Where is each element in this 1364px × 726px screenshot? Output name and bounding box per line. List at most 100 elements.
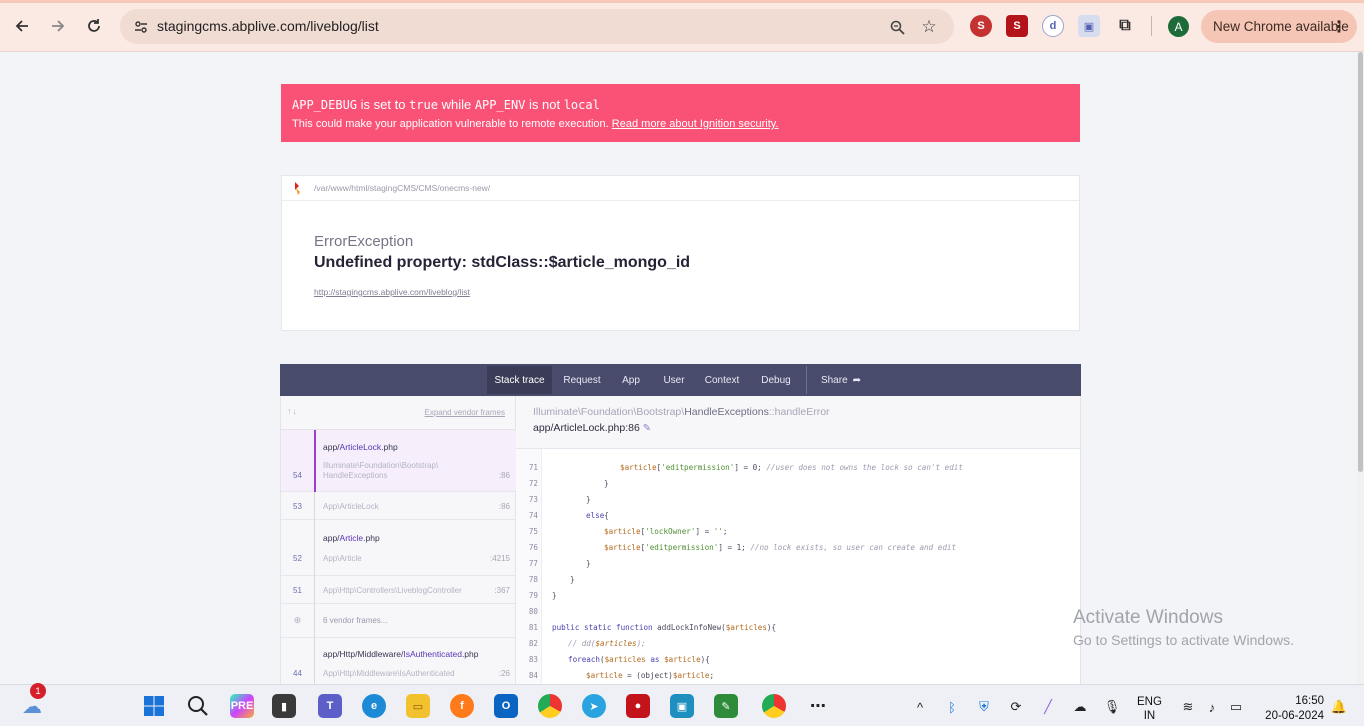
tab-strip — [0, 0, 1364, 3]
tab-share[interactable]: Share ➦ — [816, 364, 866, 396]
warning-text: while — [437, 97, 475, 112]
frame-bar — [314, 430, 316, 492]
defender-icon[interactable]: ⛨ — [975, 698, 993, 716]
sync-icon[interactable]: ⟳ — [1007, 698, 1025, 716]
line-source: else{ — [586, 511, 609, 520]
task-view-icon[interactable]: ▮ — [272, 694, 296, 718]
file-ext: .php — [461, 649, 479, 659]
code-class: Illuminate\Foundation\Bootstrap\HandleEx… — [533, 406, 830, 418]
tab-app[interactable]: App — [614, 364, 648, 396]
wifi-icon[interactable]: ≋ — [1179, 698, 1197, 716]
local-code: local — [563, 98, 600, 112]
zoom-icon[interactable] — [886, 16, 908, 38]
frame-item[interactable]: app/Article.php 52 App\Article :4215 — [281, 520, 516, 576]
frame-item[interactable]: app/Http/Middleware/IsAuthenticated.php … — [281, 638, 516, 684]
line-source: } — [604, 479, 609, 488]
project-path: /var/www/html/stagingCMS/CMS/onecms-new/ — [314, 183, 491, 193]
clock[interactable]: 16:50 20-06-2024 — [1262, 694, 1324, 724]
code-line: 73} — [516, 491, 1080, 507]
frame-item[interactable]: app/ArticleLock.php 54 Illuminate\Founda… — [281, 430, 516, 492]
code-viewer: Illuminate\Foundation\Bootstrap\HandleEx… — [516, 396, 1080, 684]
reload-icon[interactable] — [80, 12, 108, 40]
edge-icon[interactable]: e — [362, 694, 386, 718]
code-line: 71 $article['editpermission'] = 0; //user… — [516, 459, 1080, 475]
extension-icon-4[interactable]: ▣ — [1078, 15, 1100, 37]
frame-line: :26 — [498, 669, 510, 678]
bluetooth-icon[interactable]: ᛒ — [943, 698, 961, 716]
frame-nav-arrows-icon[interactable]: ↑↓ — [287, 406, 298, 416]
teams-icon[interactable]: T — [318, 694, 342, 718]
bookmark-star-icon[interactable]: ☆ — [918, 16, 940, 38]
notification-bell-icon[interactable]: 🔔 — [1330, 698, 1348, 716]
site-info-icon[interactable] — [130, 16, 152, 38]
new-chrome-available-button[interactable]: New Chrome available ⋮ — [1201, 10, 1357, 43]
edit-pencil-icon[interactable]: ✎ — [643, 423, 651, 434]
line-number: 75 — [528, 527, 538, 536]
file-prefix: app/ — [323, 533, 340, 543]
chrome-profile-icon[interactable] — [762, 694, 786, 718]
frame-bar — [314, 520, 315, 576]
language-indicator[interactable]: ENG IN — [1137, 695, 1162, 723]
code-location: app/ArticleLock.php:86 ✎ — [533, 422, 651, 434]
forward-icon[interactable] — [44, 12, 72, 40]
app-icon-chart[interactable]: ✎ — [714, 694, 738, 718]
file-name: IsAuthenticated — [403, 649, 462, 659]
microphone-icon[interactable]: 🎙 — [1103, 698, 1121, 716]
line-source: foreach($articles as $article){ — [568, 655, 710, 664]
location-text: app/ArticleLock.php:86 — [533, 422, 640, 434]
battery-icon[interactable]: ▭ — [1227, 698, 1245, 716]
tab-debug[interactable]: Debug — [754, 364, 798, 396]
frame-number: 52 — [293, 554, 302, 563]
search-icon[interactable] — [186, 694, 210, 718]
vendor-frames-item[interactable]: ⊕ 6 vendor frames... — [281, 604, 516, 638]
menu-dots-icon[interactable]: ⋮ — [1331, 17, 1347, 37]
tab-user[interactable]: User — [657, 364, 691, 396]
address-bar[interactable]: stagingcms.abplive.com/liveblog/list ☆ — [120, 9, 954, 44]
more-apps-icon[interactable]: ⋯ — [806, 694, 830, 718]
tab-context[interactable]: Context — [700, 364, 744, 396]
extensions-puzzle-icon[interactable]: ⧉ — [1114, 15, 1136, 37]
extension-icon-3[interactable]: d — [1042, 15, 1064, 37]
code-line: 77} — [516, 555, 1080, 571]
screen-recorder-icon[interactable]: ● — [626, 694, 650, 718]
extension-icon-2[interactable]: S — [1006, 15, 1028, 37]
app-env-code: APP_ENV — [474, 98, 526, 112]
chrome-icon[interactable] — [538, 694, 562, 718]
frame-number: 53 — [293, 502, 302, 511]
expand-vendor-frames-link[interactable]: Expand vendor frames — [425, 408, 506, 417]
frame-item[interactable]: 51 App\Http\Controllers\LiveblogControll… — [281, 576, 516, 604]
line-source: } — [586, 495, 591, 504]
volume-icon[interactable]: ♪ — [1203, 698, 1221, 716]
profile-avatar[interactable]: A — [1168, 16, 1189, 37]
page-scrollbar[interactable] — [1357, 52, 1364, 684]
frame-line: :4215 — [489, 554, 510, 563]
frame-number: 51 — [293, 586, 302, 595]
extension-icon-1[interactable]: S — [970, 15, 992, 37]
line-number: 84 — [528, 671, 538, 680]
show-hidden-icons-icon[interactable]: ^ — [911, 698, 929, 716]
frame-class: App\Article — [323, 554, 362, 563]
request-url-link[interactable]: http://stagingcms.abplive.com/liveblog/l… — [314, 287, 470, 297]
cloud-off-icon[interactable]: ☁ — [1071, 698, 1089, 716]
line-source: $article['lockOwner'] = ''; — [604, 527, 728, 536]
scrollbar-thumb[interactable] — [1358, 52, 1363, 472]
ignition-security-link[interactable]: Read more about Ignition security. — [612, 118, 779, 130]
frame-item[interactable]: 53 App\ArticleLock :86 — [281, 492, 516, 520]
url-text[interactable]: stagingcms.abplive.com/liveblog/list — [157, 18, 379, 34]
windows-start-icon[interactable] — [142, 694, 166, 718]
share-icon: ➦ — [852, 374, 862, 386]
file-explorer-icon[interactable]: ▭ — [406, 694, 430, 718]
tab-request[interactable]: Request — [558, 364, 606, 396]
code-line: 72} — [516, 475, 1080, 491]
line-source: } — [586, 559, 591, 568]
tab-stack-trace[interactable]: Stack trace — [487, 366, 552, 394]
line-number: 83 — [528, 655, 538, 664]
pen-icon[interactable]: ╱ — [1039, 698, 1057, 716]
firefox-icon[interactable]: f — [450, 694, 474, 718]
telegram-icon[interactable]: ➤ — [582, 694, 606, 718]
app-icon-snip[interactable]: ▣ — [670, 694, 694, 718]
outlook-icon[interactable]: O — [494, 694, 518, 718]
line-number: 74 — [528, 511, 538, 520]
back-icon[interactable] — [8, 12, 36, 40]
copilot-icon[interactable]: PRE — [230, 694, 254, 718]
